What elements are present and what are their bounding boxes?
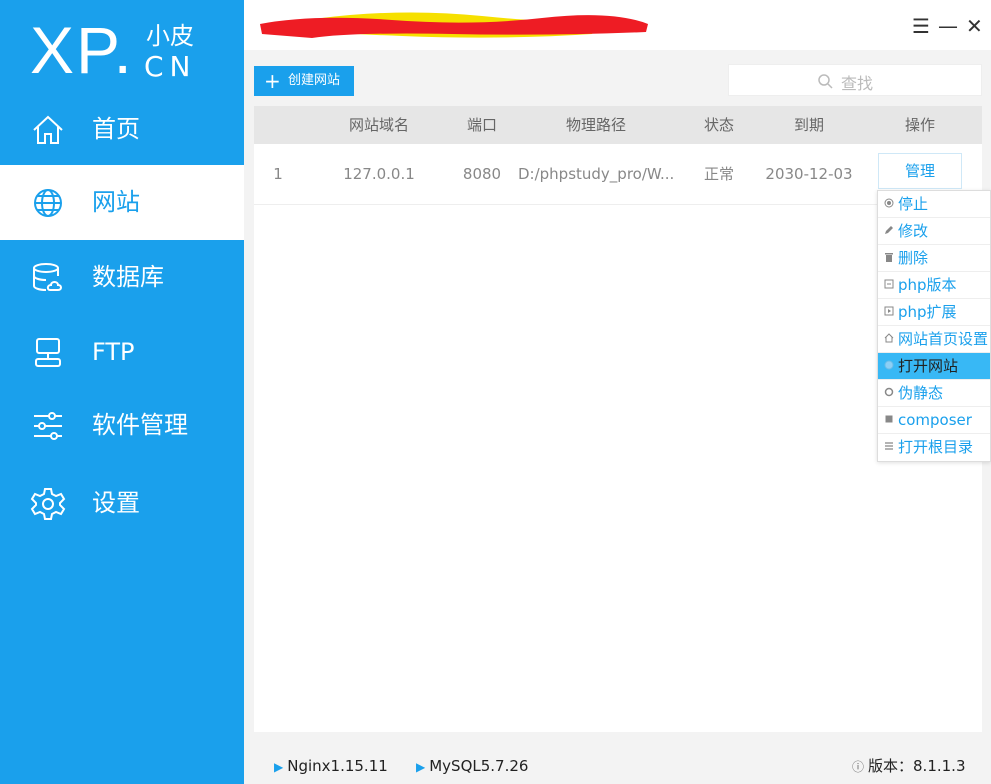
logo-cn-bottom: CN bbox=[144, 50, 197, 83]
menu-item-label: 伪静态 bbox=[898, 384, 944, 402]
search-icon bbox=[818, 74, 833, 89]
plus-icon: + bbox=[264, 69, 281, 93]
logo-cn-top: 小皮 bbox=[146, 22, 194, 50]
menu-item-php-version[interactable]: php版本 bbox=[878, 272, 990, 299]
sidebar-item-home[interactable]: 首页 bbox=[0, 92, 244, 167]
play-icon: ▶ bbox=[416, 760, 426, 774]
mysql-label: MySQL5.7.26 bbox=[429, 757, 529, 775]
info-icon: ⓘ bbox=[852, 760, 865, 774]
row-expiry: 2030-12-03 bbox=[765, 165, 853, 183]
sidebar-item-settings[interactable]: 设置 bbox=[0, 466, 244, 541]
minimize-button[interactable]: — bbox=[938, 14, 958, 38]
row-port: 8080 bbox=[462, 165, 502, 183]
menu-item-label: 打开根目录 bbox=[898, 438, 974, 456]
create-website-label: 创建网站 bbox=[288, 73, 341, 88]
column-domain: 网站域名 bbox=[348, 116, 409, 134]
stop-icon bbox=[884, 198, 894, 208]
php-extension-icon bbox=[884, 306, 894, 316]
sidebar-item-database[interactable]: 数据库 bbox=[0, 240, 244, 315]
column-port: 端口 bbox=[466, 116, 497, 134]
globe-icon bbox=[34, 189, 62, 217]
sidebar-item-label: 数据库 bbox=[92, 263, 164, 291]
sidebar-item-ftp[interactable]: FTP bbox=[0, 315, 244, 390]
column-expiry: 到期 bbox=[793, 116, 824, 134]
menu-item-open-root[interactable]: 打开根目录 bbox=[878, 434, 990, 460]
menu-item-composer[interactable]: composer bbox=[878, 407, 990, 434]
pencil-icon bbox=[885, 226, 893, 234]
sidebar-item-label: 软件管理 bbox=[92, 411, 188, 439]
nginx-label: Nginx1.15.11 bbox=[287, 757, 388, 775]
sidebar-item-label: 首页 bbox=[92, 115, 140, 143]
table-row[interactable]: 1 127.0.0.1 8080 D:/phpstudy_pro/W... 正常… bbox=[254, 144, 982, 205]
column-action: 操作 bbox=[904, 116, 935, 134]
column-path: 物理路径 bbox=[565, 116, 626, 134]
home-icon bbox=[33, 115, 63, 144]
create-website-button[interactable]: + 创建网站 bbox=[254, 66, 354, 96]
sidebar-item-label: 设置 bbox=[92, 489, 140, 517]
ftp-icon bbox=[35, 338, 61, 367]
row-status: 正常 bbox=[703, 165, 734, 183]
menu-icon[interactable]: ☰ bbox=[912, 14, 930, 38]
column-status: 状态 bbox=[703, 116, 734, 134]
row-index: 1 bbox=[273, 165, 283, 183]
menu-item-label: 打开网站 bbox=[898, 357, 959, 375]
list-icon bbox=[885, 442, 893, 450]
status-bar: ▶ Nginx1.15.11 ▶ MySQL5.7.26 ⓘ 版本：8.1.1.3 bbox=[244, 742, 991, 784]
menu-item-label: 删除 bbox=[898, 249, 929, 267]
nginx-service[interactable]: ▶ Nginx1.15.11 bbox=[274, 756, 388, 777]
menu-item-label: php版本 bbox=[898, 276, 957, 294]
table-header: 网站域名 端口 物理路径 状态 到期 操作 bbox=[254, 106, 982, 144]
menu-item-open-website[interactable]: 打开网站 bbox=[878, 353, 990, 380]
menu-item-edit[interactable]: 修改 bbox=[878, 218, 990, 245]
logo-brand: XP. bbox=[30, 13, 134, 87]
trash-icon bbox=[885, 253, 893, 262]
sidebar: XP. 小皮 CN 首页 网站 数据库 FTP 软件管理 设置 bbox=[0, 0, 244, 784]
title-bar: ☰ — ✕ bbox=[244, 0, 991, 50]
redacted-title bbox=[260, 12, 648, 38]
home-icon bbox=[884, 333, 894, 343]
menu-item-stop[interactable]: 停止 bbox=[878, 191, 990, 218]
logo: XP. 小皮 CN bbox=[30, 14, 230, 86]
menu-item-label: composer bbox=[898, 411, 972, 429]
menu-item-homepage-settings[interactable]: 网站首页设置 bbox=[878, 326, 990, 353]
row-domain: 127.0.0.1 bbox=[343, 165, 415, 183]
menu-item-php-extension[interactable]: php扩展 bbox=[878, 299, 990, 326]
menu-item-label: 停止 bbox=[898, 195, 929, 213]
website-table: 网站域名 端口 物理路径 状态 到期 操作 1 127.0.0.1 8080 D… bbox=[254, 106, 982, 732]
sidebar-item-software[interactable]: 软件管理 bbox=[0, 388, 244, 463]
php-version-icon bbox=[884, 279, 894, 289]
manage-button[interactable]: 管理 bbox=[878, 153, 962, 189]
mysql-service[interactable]: ▶ MySQL5.7.26 bbox=[416, 756, 528, 777]
menu-item-label: php扩展 bbox=[898, 303, 957, 321]
menu-item-rewrite[interactable]: 伪静态 bbox=[878, 380, 990, 407]
manage-dropdown-menu: 停止 修改 删除 php版本 php扩展 网站首页设置 打开网站 伪静态 com… bbox=[877, 190, 991, 462]
sidebar-item-label: 网站 bbox=[92, 188, 140, 216]
sidebar-item-website[interactable]: 网站 bbox=[0, 165, 244, 240]
play-icon: ▶ bbox=[274, 760, 284, 774]
refresh-icon bbox=[884, 387, 894, 397]
search-placeholder: 查找 bbox=[841, 74, 874, 93]
globe-icon bbox=[884, 360, 894, 370]
version-label: 版本：8.1.1.3 bbox=[868, 757, 966, 775]
sliders-icon bbox=[34, 412, 62, 440]
menu-item-delete[interactable]: 删除 bbox=[878, 245, 990, 272]
version-info: ⓘ 版本：8.1.1.3 bbox=[852, 756, 966, 777]
sidebar-item-label: FTP bbox=[92, 338, 135, 366]
database-icon bbox=[33, 263, 62, 291]
close-button[interactable]: ✕ bbox=[966, 14, 983, 38]
toolbar: + 创建网站 查找 bbox=[244, 50, 991, 102]
search-input[interactable]: 查找 bbox=[728, 64, 982, 96]
menu-item-label: 修改 bbox=[898, 222, 929, 240]
row-path: D:/phpstudy_pro/W... bbox=[518, 165, 675, 183]
composer-icon bbox=[885, 415, 893, 423]
menu-item-label: 网站首页设置 bbox=[898, 330, 989, 348]
gear-icon bbox=[30, 488, 66, 520]
